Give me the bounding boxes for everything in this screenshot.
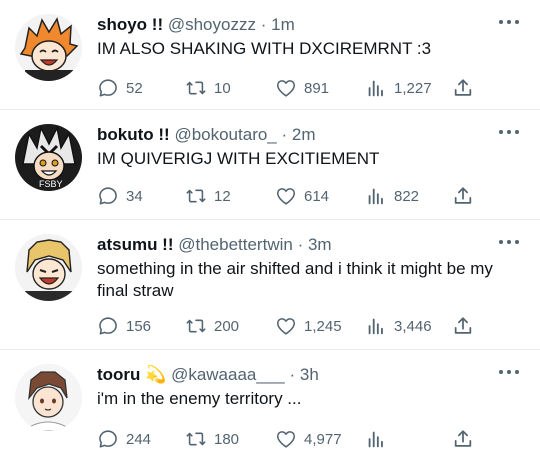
reply-button[interactable]: 52 — [97, 77, 143, 99]
retweet-icon — [185, 315, 207, 337]
reply-icon — [97, 185, 119, 207]
like-icon — [275, 77, 297, 99]
reply-icon — [97, 428, 119, 450]
tweet-header: tooru 💫 @kawaaaa___ · 3h — [97, 365, 500, 385]
retweet-count: 12 — [214, 187, 231, 205]
like-button[interactable]: 614 — [275, 185, 329, 207]
views-button[interactable]: 822 — [365, 185, 419, 207]
tweet-header: atsumu !! @thebettertwin · 3m — [97, 235, 500, 255]
action-bar: 52 10 891 1,227 — [97, 77, 540, 99]
timestamp[interactable]: 1m — [271, 15, 295, 34]
more-icon[interactable] — [498, 367, 520, 377]
share-button[interactable] — [452, 185, 474, 207]
action-bar: 244 180 4,977 — [97, 428, 540, 450]
views-icon — [365, 185, 387, 207]
separator: · — [297, 235, 304, 254]
reply-count: 52 — [126, 79, 143, 97]
views-button[interactable]: 3,446 — [365, 315, 432, 337]
avatar[interactable] — [15, 234, 82, 301]
tweet-text: something in the air shifted and i think… — [97, 259, 493, 300]
share-icon — [452, 77, 474, 99]
tweet-text: i'm in the enemy territory ... — [97, 389, 302, 408]
avatar[interactable]: FSBY — [15, 124, 82, 191]
views-icon — [365, 77, 387, 99]
views-button[interactable] — [365, 428, 394, 450]
reply-count: 34 — [126, 187, 143, 205]
more-icon[interactable] — [498, 17, 520, 27]
reply-count: 156 — [126, 317, 152, 335]
user-handle[interactable]: @kawaaaa___ — [171, 365, 285, 384]
views-icon — [365, 428, 387, 450]
like-count: 1,245 — [304, 317, 342, 335]
view-count: 3,446 — [394, 317, 432, 335]
like-count: 891 — [304, 79, 330, 97]
avatar[interactable] — [15, 14, 82, 81]
view-count: 822 — [394, 187, 420, 205]
retweet-button[interactable]: 200 — [185, 315, 239, 337]
share-icon — [452, 185, 474, 207]
like-button[interactable]: 1,245 — [275, 315, 342, 337]
timestamp[interactable]: 3h — [300, 365, 319, 384]
reply-button[interactable]: 34 — [97, 185, 143, 207]
display-name[interactable]: tooru 💫 — [97, 365, 166, 384]
timestamp[interactable]: 3m — [308, 235, 332, 254]
reply-button[interactable]: 244 — [97, 428, 151, 450]
tweet-header: shoyo !! @shoyozzz · 1m — [97, 15, 500, 35]
like-count: 4,977 — [304, 430, 342, 448]
more-icon[interactable] — [498, 127, 520, 137]
tweet-feed: shoyo !! @shoyozzz · 1m IM ALSO SHAKING … — [0, 0, 540, 463]
tweet-text: IM ALSO SHAKING WITH DXCIREMRNT :3 — [97, 39, 432, 58]
separator: · — [281, 125, 288, 144]
tweet[interactable]: shoyo !! @shoyozzz · 1m IM ALSO SHAKING … — [0, 0, 540, 110]
like-count: 614 — [304, 187, 330, 205]
share-icon — [452, 315, 474, 337]
tweet-header: bokuto !! @bokoutaro_ · 2m — [97, 125, 500, 145]
tweet[interactable]: FSBY bokuto !! @bokoutaro_ · 2m IM QUIVE… — [0, 110, 540, 220]
like-icon — [275, 185, 297, 207]
views-button[interactable]: 1,227 — [365, 77, 432, 99]
separator: · — [289, 365, 296, 384]
avatar[interactable] — [15, 364, 82, 431]
separator: · — [260, 15, 267, 34]
like-button[interactable]: 4,977 — [275, 428, 342, 450]
action-bar: 156 200 1,245 3,446 — [97, 315, 540, 337]
retweet-count: 10 — [214, 79, 231, 97]
svg-text:FSBY: FSBY — [39, 179, 63, 189]
retweet-icon — [185, 77, 207, 99]
more-icon[interactable] — [498, 237, 520, 247]
display-name[interactable]: shoyo !! — [97, 15, 163, 34]
retweet-icon — [185, 185, 207, 207]
user-handle[interactable]: @shoyozzz — [168, 15, 256, 34]
reply-button[interactable]: 156 — [97, 315, 151, 337]
action-bar: 34 12 614 822 — [97, 185, 540, 207]
display-name[interactable]: atsumu !! — [97, 235, 174, 254]
retweet-icon — [185, 428, 207, 450]
user-handle[interactable]: @bokoutaro_ — [174, 125, 276, 144]
share-button[interactable] — [452, 77, 474, 99]
tweet-text: IM QUIVERIGJ WITH EXCITIEMENT — [97, 149, 380, 168]
retweet-button[interactable]: 12 — [185, 185, 231, 207]
tweet[interactable]: tooru 💫 @kawaaaa___ · 3h i'm in the enem… — [0, 350, 540, 463]
reply-icon — [97, 315, 119, 337]
retweet-count: 180 — [214, 430, 240, 448]
like-icon — [275, 315, 297, 337]
display-name[interactable]: bokuto !! — [97, 125, 170, 144]
reply-icon — [97, 77, 119, 99]
views-icon — [365, 315, 387, 337]
share-button[interactable] — [452, 315, 474, 337]
like-icon — [275, 428, 297, 450]
view-count: 1,227 — [394, 79, 432, 97]
share-icon — [452, 428, 474, 450]
tweet[interactable]: atsumu !! @thebettertwin · 3m something … — [0, 220, 540, 350]
retweet-button[interactable]: 180 — [185, 428, 239, 450]
reply-count: 244 — [126, 430, 152, 448]
retweet-button[interactable]: 10 — [185, 77, 231, 99]
user-handle[interactable]: @thebettertwin — [178, 235, 293, 254]
like-button[interactable]: 891 — [275, 77, 329, 99]
timestamp[interactable]: 2m — [292, 125, 316, 144]
retweet-count: 200 — [214, 317, 240, 335]
share-button[interactable] — [452, 428, 474, 450]
